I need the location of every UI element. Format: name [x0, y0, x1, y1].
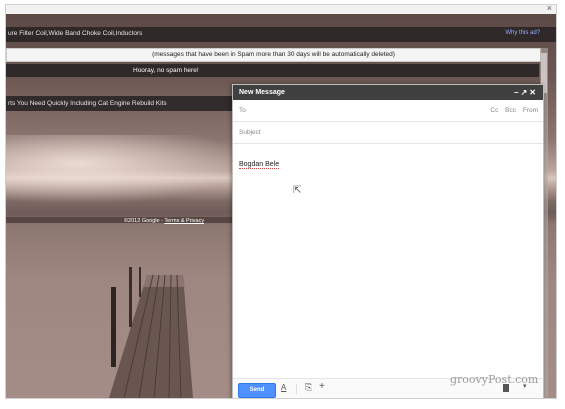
message-body[interactable]: Bogdan Bele: [239, 161, 280, 169]
recipient-options: Cc Bcc From: [490, 107, 538, 114]
ad-bar-secondary: rts You Need Quickly Including Cat Engin…: [6, 96, 232, 111]
paperclip-icon[interactable]: ⎘: [305, 382, 312, 393]
subject-placeholder: Subject: [239, 129, 261, 136]
terms-link[interactable]: Terms & Privacy: [164, 218, 204, 224]
close-icon[interactable]: ×: [547, 5, 552, 13]
copyright-footer: ©2012 Google - Terms & Privacy: [124, 218, 204, 224]
mouse-cursor-icon: ⇱: [293, 185, 302, 196]
to-label: To: [239, 107, 246, 114]
toolbar-divider: [296, 384, 297, 394]
spam-status-bar: Hooray, no spam here!: [6, 64, 539, 77]
background-clouds: [6, 135, 246, 205]
compose-header[interactable]: New Message –↗✕: [233, 85, 543, 100]
compose-window-controls: –↗✕: [514, 85, 538, 100]
from-link[interactable]: From: [523, 107, 538, 114]
popout-icon[interactable]: ↗: [521, 88, 530, 97]
spam-notice: (messages that have been in Spam more th…: [6, 48, 541, 62]
copyright-text: ©2012 Google -: [124, 218, 165, 224]
to-field[interactable]: To Cc Bcc From: [233, 100, 543, 122]
ad-bar: ure Filter Coil,Wide Band Choke Coil,Ind…: [6, 27, 556, 42]
send-button[interactable]: Send: [238, 383, 276, 398]
top-bar: ×: [6, 5, 556, 14]
ad-text-secondary[interactable]: rts You Need Quickly Including Cat Engin…: [8, 100, 167, 107]
gmail-window: × ure Filter Coil,Wide Band Choke Coil,I…: [6, 5, 556, 398]
subject-field[interactable]: Subject: [233, 122, 543, 144]
why-this-ad-link[interactable]: Why this ad?: [505, 30, 540, 36]
pier-image: [109, 267, 193, 398]
compose-title: New Message: [239, 89, 285, 96]
watermark: groovyPost.com: [450, 373, 539, 386]
ad-text[interactable]: ure Filter Coil,Wide Band Choke Coil,Ind…: [8, 30, 142, 37]
formatting-icon[interactable]: A: [281, 383, 286, 392]
insert-more-icon[interactable]: +: [319, 381, 325, 392]
bcc-link[interactable]: Bcc: [505, 107, 516, 114]
spam-status-text: Hooray, no spam here!: [133, 67, 199, 74]
compose-window: New Message –↗✕ To Cc Bcc From Subject B…: [232, 84, 544, 398]
close-icon[interactable]: ✕: [529, 88, 538, 97]
cc-link[interactable]: Cc: [490, 107, 498, 114]
